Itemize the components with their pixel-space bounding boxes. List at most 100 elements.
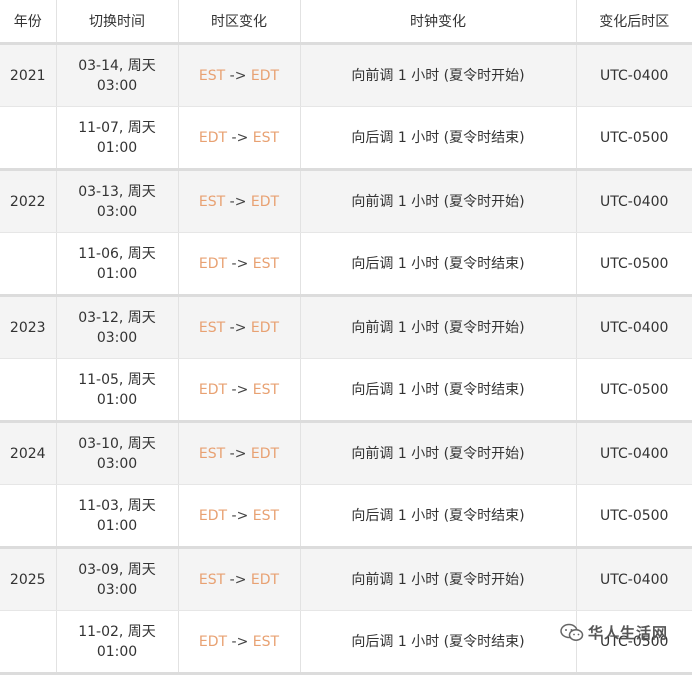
switch-date: 11-06, 周天 xyxy=(78,245,156,262)
clock-change-cell: 向后调 1 小时 (夏令时结束) xyxy=(300,610,577,675)
arrow-text: -> xyxy=(231,129,249,146)
switch-clock-time: 03:00 xyxy=(96,203,138,220)
year-cell xyxy=(0,610,57,675)
new-timezone-cell: UTC-0400 xyxy=(576,547,692,611)
switch-clock-time: 01:00 xyxy=(96,391,138,408)
from-timezone: EDT xyxy=(198,633,228,650)
year-cell xyxy=(0,232,57,297)
table-row: 11-06, 周天 01:00 EDT -> EST 向后调 1 小时 (夏令时结束)… xyxy=(0,232,692,297)
timezone-change-cell: EST -> EDT xyxy=(178,43,301,107)
switch-date: 03-10, 周天 xyxy=(78,435,156,452)
from-timezone: EST xyxy=(198,67,226,84)
timezone-change-cell: EST -> EDT xyxy=(178,169,301,233)
to-timezone: EDT xyxy=(250,193,280,210)
timezone-change-cell: EDT -> EST xyxy=(178,484,301,549)
arrow-text: -> xyxy=(231,255,249,272)
from-timezone: EDT xyxy=(198,507,228,524)
from-timezone: EDT xyxy=(198,381,228,398)
switch-date: 11-07, 周天 xyxy=(78,119,156,136)
header-timezone-change: 时区变化 xyxy=(178,0,301,44)
clock-change-cell: 向后调 1 小时 (夏令时结束) xyxy=(300,232,577,297)
new-timezone-cell: UTC-0400 xyxy=(576,43,692,107)
timezone-change-cell: EDT -> EST xyxy=(178,106,301,171)
clock-change-cell: 向后调 1 小时 (夏令时结束) xyxy=(300,358,577,423)
switch-clock-time: 01:00 xyxy=(96,643,138,660)
switch-date: 03-13, 周天 xyxy=(78,183,156,200)
arrow-text: -> xyxy=(229,319,247,336)
switch-time-cell: 11-02, 周天 01:00 xyxy=(56,610,179,675)
switch-time-cell: 03-14, 周天 03:00 xyxy=(56,43,179,107)
year-cell: 2025 xyxy=(0,547,57,611)
table-row: 11-05, 周天 01:00 EDT -> EST 向后调 1 小时 (夏令时结束)… xyxy=(0,358,692,423)
header-switch-time: 切换时间 xyxy=(56,0,179,44)
switch-clock-time: 03:00 xyxy=(96,455,138,472)
switch-date: 11-03, 周天 xyxy=(78,497,156,514)
header-row: 年份 切换时间 时区变化 时钟变化 变化后时区 xyxy=(0,0,692,44)
watermark: 华人生活网 xyxy=(560,622,668,643)
switch-time-cell: 03-13, 周天 03:00 xyxy=(56,169,179,233)
clock-change-cell: 向前调 1 小时 (夏令时开始) xyxy=(300,169,577,233)
switch-clock-time: 03:00 xyxy=(96,77,138,94)
clock-change-cell: 向前调 1 小时 (夏令时开始) xyxy=(300,547,577,611)
from-timezone: EST xyxy=(198,319,226,336)
switch-clock-time: 01:00 xyxy=(96,517,138,534)
timezone-change-cell: EDT -> EST xyxy=(178,358,301,423)
switch-time-cell: 11-07, 周天 01:00 xyxy=(56,106,179,171)
watermark-text: 华人生活网 xyxy=(588,624,669,642)
from-timezone: EST xyxy=(198,571,226,588)
table-body: 2021 03-14, 周天 03:00 EST -> EDT 向前调 1 小时 (夏令… xyxy=(0,43,692,675)
switch-time-cell: 03-12, 周天 03:00 xyxy=(56,295,179,359)
to-timezone: EST xyxy=(252,381,280,398)
to-timezone: EST xyxy=(252,633,280,650)
new-timezone-cell: UTC-0500 xyxy=(576,232,692,297)
from-timezone: EST xyxy=(198,445,226,462)
year-cell: 2022 xyxy=(0,169,57,233)
switch-date: 11-05, 周天 xyxy=(78,371,156,388)
arrow-text: -> xyxy=(231,507,249,524)
dst-schedule-table: 年份 切换时间 时区变化 时钟变化 变化后时区 2021 03-14, 周天 03:… xyxy=(0,0,692,675)
table-row: 11-07, 周天 01:00 EDT -> EST 向后调 1 小时 (夏令时结束)… xyxy=(0,106,692,171)
table-row: 11-03, 周天 01:00 EDT -> EST 向后调 1 小时 (夏令时结束)… xyxy=(0,484,692,549)
clock-change-cell: 向前调 1 小时 (夏令时开始) xyxy=(300,43,577,107)
arrow-text: -> xyxy=(229,571,247,588)
to-timezone: EDT xyxy=(250,571,280,588)
new-timezone-cell: UTC-0500 xyxy=(576,358,692,423)
from-timezone: EDT xyxy=(198,129,228,146)
year-cell xyxy=(0,484,57,549)
new-timezone-cell: UTC-0400 xyxy=(576,295,692,359)
from-timezone: EST xyxy=(198,193,226,210)
year-cell: 2021 xyxy=(0,43,57,107)
header-clock-change: 时钟变化 xyxy=(300,0,577,44)
switch-clock-time: 03:00 xyxy=(96,329,138,346)
timezone-change-cell: EST -> EDT xyxy=(178,421,301,485)
header-year: 年份 xyxy=(0,0,57,44)
switch-time-cell: 03-09, 周天 03:00 xyxy=(56,547,179,611)
arrow-text: -> xyxy=(231,633,249,650)
new-timezone-cell: UTC-0500 xyxy=(576,484,692,549)
year-cell xyxy=(0,358,57,423)
wechat-logo-icon xyxy=(560,623,584,641)
timezone-change-cell: EDT -> EST xyxy=(178,232,301,297)
to-timezone: EST xyxy=(252,255,280,272)
switch-clock-time: 01:00 xyxy=(96,139,138,156)
arrow-text: -> xyxy=(231,381,249,398)
year-cell: 2024 xyxy=(0,421,57,485)
table-row: 2024 03-10, 周天 03:00 EST -> EDT 向前调 1 小时 (夏令… xyxy=(0,421,692,485)
to-timezone: EDT xyxy=(250,67,280,84)
clock-change-cell: 向后调 1 小时 (夏令时结束) xyxy=(300,484,577,549)
new-timezone-cell: UTC-0400 xyxy=(576,169,692,233)
switch-clock-time: 03:00 xyxy=(96,581,138,598)
clock-change-cell: 向前调 1 小时 (夏令时开始) xyxy=(300,295,577,359)
year-cell xyxy=(0,106,57,171)
arrow-text: -> xyxy=(229,445,247,462)
table-row: 2023 03-12, 周天 03:00 EST -> EDT 向前调 1 小时 (夏令… xyxy=(0,295,692,359)
to-timezone: EST xyxy=(252,129,280,146)
timezone-change-cell: EST -> EDT xyxy=(178,295,301,359)
table-row: 2021 03-14, 周天 03:00 EST -> EDT 向前调 1 小时 (夏令… xyxy=(0,43,692,107)
switch-date: 03-14, 周天 xyxy=(78,57,156,74)
switch-clock-time: 01:00 xyxy=(96,265,138,282)
arrow-text: -> xyxy=(229,193,247,210)
switch-time-cell: 11-06, 周天 01:00 xyxy=(56,232,179,297)
switch-time-cell: 11-03, 周天 01:00 xyxy=(56,484,179,549)
switch-date: 11-02, 周天 xyxy=(78,623,156,640)
